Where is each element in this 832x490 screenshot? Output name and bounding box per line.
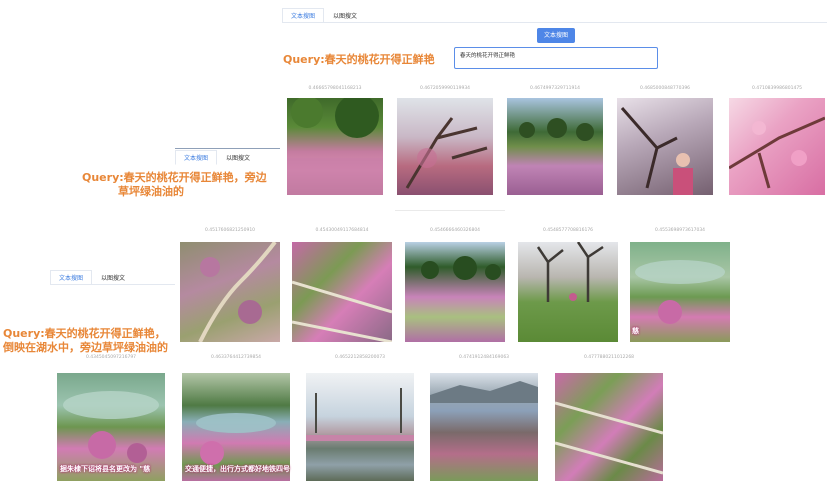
row1-score-3: 0.4674997329711914 <box>529 86 581 91</box>
row3-image-4[interactable] <box>430 373 538 481</box>
bottom-tab-image-to-text[interactable]: 以图搜文 <box>92 270 134 285</box>
row3-image-1-caption: 据朱棣下诏将县名更改为 "慈 <box>60 465 151 473</box>
row3-image-5[interactable] <box>555 373 663 481</box>
row2-image-4[interactable] <box>518 242 618 342</box>
row2-score-4: 0.4548577708816176 <box>542 228 594 233</box>
top-tab-bar: 文本搜图 以图搜文 <box>282 8 366 23</box>
row2-image-2[interactable] <box>292 242 392 342</box>
row1-image-1[interactable] <box>287 98 383 195</box>
query-label-3: Query:春天的桃花开得正鲜艳， 倒映在湖水中，旁边草坪绿油油的 <box>3 327 168 355</box>
row2-score-5: 0.4553698973617034 <box>654 228 706 233</box>
row3-image-3[interactable] <box>306 373 414 481</box>
row1-image-5[interactable] <box>729 98 825 195</box>
query-label-1: Query:春天的桃花开得正鲜艳 <box>283 53 435 66</box>
row1-image-2[interactable] <box>397 98 493 195</box>
row1-score-4: 0.4685000848770396 <box>639 86 691 91</box>
row2-score-2: 0.45430049117684814 <box>315 228 369 233</box>
row1-score-2: 0.4672059990119934 <box>419 86 471 91</box>
top-tab-underline <box>282 22 827 23</box>
row3-score-3: 0.4652212858200073 <box>334 355 386 360</box>
mid-tab-topline <box>175 148 280 149</box>
row2-image-1[interactable] <box>180 242 280 342</box>
query-label-3-line1: Query:春天的桃花开得正鲜艳， <box>3 327 166 340</box>
row3-score-4: 0.4741912484169063 <box>458 355 510 360</box>
mid-divider <box>395 210 505 211</box>
row3-image-2-caption: 交通便捷，出行方式都好地铁四号 <box>185 465 290 473</box>
row2-image-5[interactable]: 慈 <box>630 242 730 342</box>
bottom-tab-text-to-image[interactable]: 文本搜图 <box>50 270 93 285</box>
bottom-tab-bar: 文本搜图 以图搜文 <box>50 270 134 285</box>
query-label-2-line1: Query:春天的桃花开得正鲜艳，旁边 <box>82 171 267 184</box>
row3-score-5: 0.4777880211012268 <box>583 355 635 360</box>
row1-score-5: 0.4710839986801475 <box>751 86 803 91</box>
mid-tab-image-to-text[interactable]: 以图搜文 <box>217 150 259 165</box>
row2-score-1: 0.4517606821250910 <box>204 228 256 233</box>
row1-image-3[interactable] <box>507 98 603 195</box>
mid-tab-text-to-image[interactable]: 文本搜图 <box>175 150 218 165</box>
row3-score-1: 0.4345045097216797 <box>85 355 137 360</box>
tab-text-to-image[interactable]: 文本搜图 <box>282 8 325 23</box>
text-search-button[interactable]: 文本搜图 <box>537 28 575 43</box>
tab-image-to-text[interactable]: 以图搜文 <box>324 8 366 23</box>
query-input[interactable]: 春天的桃花开得正鲜艳 <box>454 47 658 69</box>
row2-image-5-caption: 慈 <box>632 327 639 335</box>
query-label-2-line2: 草坪绿油油的 <box>118 185 184 198</box>
row2-score-3: 0.4546666460326804 <box>429 228 481 233</box>
query-label-2: Query:春天的桃花开得正鲜艳，旁边 草坪绿油油的 <box>82 171 267 199</box>
row2-image-3[interactable] <box>405 242 505 342</box>
bottom-tab-underline <box>50 284 175 285</box>
query-label-3-line2: 倒映在湖水中，旁边草坪绿油油的 <box>3 341 168 354</box>
row3-score-2: 0.4633764412739854 <box>210 355 262 360</box>
mid-tab-bar: 文本搜图 以图搜文 <box>175 150 259 165</box>
row1-image-4[interactable] <box>617 98 713 195</box>
row1-score-1: 0.46665798041168213 <box>308 86 362 91</box>
